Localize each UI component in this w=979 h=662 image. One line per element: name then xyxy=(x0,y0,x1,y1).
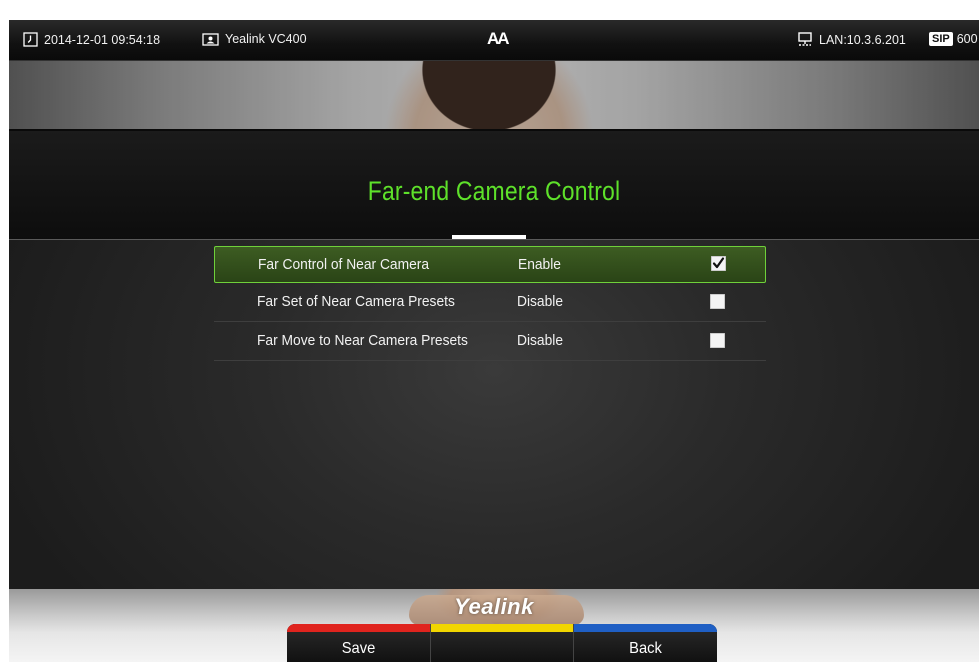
yellow-softkey[interactable] xyxy=(431,624,574,662)
screen: 2014-12-01 09:54:18 Yealink VC400 AA LAN… xyxy=(9,20,979,662)
setting-value: Disable xyxy=(517,293,564,310)
network-text: LAN:10.3.6.201 xyxy=(819,33,906,47)
red-key-bar xyxy=(287,624,430,632)
settings-list: Far Control of Near Camera Enable Far Se… xyxy=(214,246,766,361)
status-bar: 2014-12-01 09:54:18 Yealink VC400 AA LAN… xyxy=(9,20,979,61)
back-button[interactable]: Back xyxy=(574,624,717,662)
display-icon xyxy=(202,32,219,46)
setting-checkbox-far-control[interactable] xyxy=(711,256,726,271)
softkey-bar: Save Back xyxy=(287,624,717,662)
blue-key-bar xyxy=(574,624,717,632)
datetime-text: 2014-12-01 09:54:18 xyxy=(44,32,161,47)
setting-value: Disable xyxy=(517,332,564,349)
clock-icon xyxy=(23,32,38,47)
setting-checkbox-far-set-presets[interactable] xyxy=(710,294,725,309)
network-icon xyxy=(798,32,812,46)
network-item: LAN:10.3.6.201 xyxy=(797,32,906,48)
yellow-key-bar xyxy=(431,624,573,632)
checkmark-icon xyxy=(712,257,725,269)
save-button[interactable]: Save xyxy=(287,624,431,662)
setting-label: Far Control of Near Camera xyxy=(258,256,430,273)
video-shade xyxy=(9,60,979,129)
settings-panel: Far Control of Near Camera Enable Far Se… xyxy=(9,239,979,590)
sip-item: SIP 600 xyxy=(929,32,978,46)
device-item: Yealink VC400 xyxy=(202,32,307,46)
datetime-item: 2014-12-01 09:54:18 xyxy=(23,32,160,47)
page-title: Far-end Camera Control xyxy=(367,176,621,206)
sip-account: 600 xyxy=(956,32,978,46)
brand-logo: Yealink xyxy=(454,594,534,619)
header-band: Far-end Camera Control xyxy=(9,129,979,241)
save-button-label: Save xyxy=(341,640,376,657)
setting-label: Far Move to Near Camera Presets xyxy=(257,332,468,349)
setting-checkbox-far-move-presets[interactable] xyxy=(710,333,725,348)
setting-row-far-control[interactable]: Far Control of Near Camera Enable xyxy=(214,246,766,283)
app-logo: AA xyxy=(487,29,510,48)
device-name: Yealink VC400 xyxy=(225,32,307,46)
back-button-label: Back xyxy=(629,640,662,657)
sip-badge: SIP xyxy=(929,32,953,46)
setting-row-far-move-presets[interactable]: Far Move to Near Camera Presets Disable xyxy=(214,322,766,361)
setting-row-far-set-presets[interactable]: Far Set of Near Camera Presets Disable xyxy=(214,283,766,322)
setting-label: Far Set of Near Camera Presets xyxy=(257,293,455,310)
setting-value: Enable xyxy=(518,256,561,273)
